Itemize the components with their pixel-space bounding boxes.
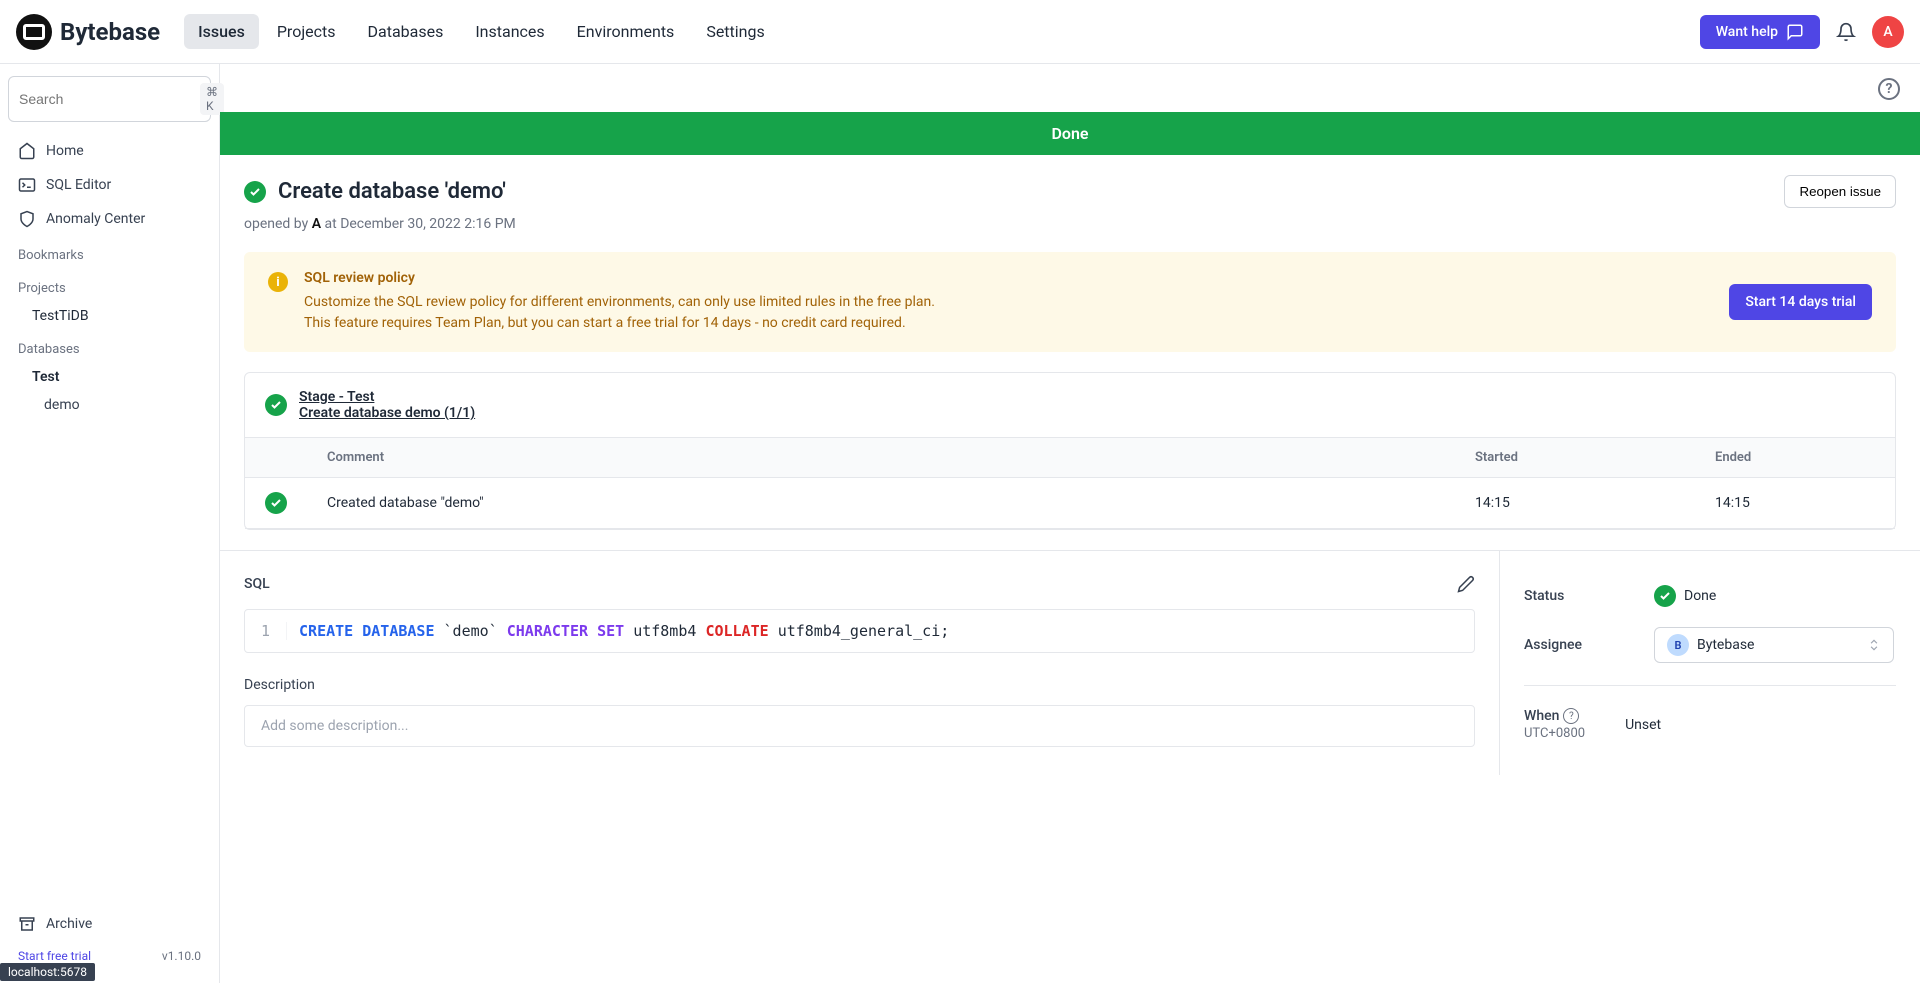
promo-banner: i SQL review policy Customize the SQL re… <box>244 252 1896 352</box>
col-ended: Ended <box>1695 438 1895 478</box>
promo-desc-1: Customize the SQL review policy for diff… <box>304 292 1713 313</box>
sidebar-projects-header: Projects <box>8 269 211 302</box>
start-trial-button[interactable]: Start 14 days trial <box>1729 284 1872 320</box>
user-avatar[interactable]: A <box>1872 16 1904 48</box>
status-check-icon <box>1654 585 1676 607</box>
stage-box: Stage - Test Create database demo (1/1) … <box>244 372 1896 530</box>
nav-issues[interactable]: Issues <box>184 14 259 49</box>
line-number: 1 <box>245 622 287 640</box>
home-icon <box>18 142 36 160</box>
when-timezone: UTC+0800 <box>1524 726 1585 741</box>
nav-projects[interactable]: Projects <box>263 14 350 49</box>
archive-icon <box>18 915 36 933</box>
issue-meta: opened by A at December 30, 2022 2:16 PM <box>244 216 1896 232</box>
cell-ended: 14:15 <box>1695 478 1895 529</box>
sql-code[interactable]: 1 CREATE DATABASE `demo` CHARACTER SET u… <box>244 609 1475 653</box>
row-check-icon <box>265 492 287 514</box>
version-label: v1.10.0 <box>162 949 201 963</box>
stage-title[interactable]: Stage - Test <box>299 389 475 405</box>
sidebar-sql-editor-label: SQL Editor <box>46 177 111 193</box>
sidebar: ⌘ K Home SQL Editor Anomaly Center Bookm… <box>0 64 220 983</box>
question-icon[interactable]: ? <box>1563 708 1579 724</box>
table-row[interactable]: Created database "demo" 14:15 14:15 <box>245 478 1895 529</box>
search-box[interactable]: ⌘ K <box>8 76 211 122</box>
assignee-value: Bytebase <box>1697 637 1754 653</box>
stage-subtitle[interactable]: Create database demo (1/1) <box>299 405 475 421</box>
main-nav: Issues Projects Databases Instances Envi… <box>184 14 779 49</box>
assignee-avatar: B <box>1667 634 1689 656</box>
issue-title: Create database 'demo' <box>278 179 506 204</box>
issue-author: A <box>312 216 321 232</box>
when-value: Unset <box>1625 717 1661 733</box>
promo-desc-2: This feature requires Team Plan, but you… <box>304 313 1713 334</box>
sidebar-anomaly-center[interactable]: Anomaly Center <box>8 202 211 236</box>
nav-settings[interactable]: Settings <box>692 14 778 49</box>
nav-databases[interactable]: Databases <box>354 14 458 49</box>
assignee-select[interactable]: B Bytebase <box>1654 627 1894 663</box>
status-value: Done <box>1684 588 1716 604</box>
search-input[interactable] <box>19 91 200 107</box>
brand-logo[interactable]: Bytebase <box>16 14 160 50</box>
sql-label: SQL <box>244 576 270 592</box>
sidebar-archive[interactable]: Archive <box>8 907 211 941</box>
chat-icon <box>1786 23 1804 41</box>
assignee-label: Assignee <box>1524 637 1654 653</box>
want-help-label: Want help <box>1716 24 1778 40</box>
terminal-icon <box>18 176 36 194</box>
want-help-button[interactable]: Want help <box>1700 15 1820 49</box>
nav-environments[interactable]: Environments <box>563 14 689 49</box>
notifications-icon[interactable] <box>1836 22 1856 42</box>
sidebar-db-test[interactable]: Test <box>8 363 211 391</box>
sidebar-bookmarks-header: Bookmarks <box>8 236 211 269</box>
sidebar-archive-label: Archive <box>46 916 92 932</box>
sql-statement: CREATE DATABASE `demo` CHARACTER SET utf… <box>287 622 961 640</box>
localhost-indicator: localhost:5678 <box>0 963 95 981</box>
cell-started: 14:15 <box>1455 478 1695 529</box>
col-status <box>245 438 307 478</box>
check-circle-icon <box>244 181 266 203</box>
edit-icon[interactable] <box>1457 575 1475 593</box>
sidebar-project-testtidb[interactable]: TestTiDB <box>8 302 211 330</box>
metadata-panel: Status Done Assignee B Bytebase <box>1500 551 1920 775</box>
sidebar-db-demo[interactable]: demo <box>8 391 211 419</box>
sidebar-databases-header: Databases <box>8 330 211 363</box>
stage-check-icon <box>265 394 287 416</box>
promo-title: SQL review policy <box>304 270 1713 286</box>
main-content: ? Done Create database 'demo' Reopen iss… <box>220 64 1920 983</box>
status-label: Status <box>1524 588 1654 604</box>
description-label: Description <box>244 677 1475 693</box>
col-comment: Comment <box>307 438 1455 478</box>
start-trial-link[interactable]: Start free trial <box>18 949 91 963</box>
brand-name: Bytebase <box>60 18 160 46</box>
sidebar-home-label: Home <box>46 143 84 159</box>
cell-comment: Created database "demo" <box>307 478 1455 529</box>
brand-logo-icon <box>16 14 52 50</box>
sidebar-anomaly-label: Anomaly Center <box>46 211 145 227</box>
info-icon: i <box>268 272 288 292</box>
status-banner: Done <box>220 112 1920 155</box>
help-icon[interactable]: ? <box>1878 78 1900 100</box>
sidebar-home[interactable]: Home <box>8 134 211 168</box>
col-started: Started <box>1455 438 1695 478</box>
task-table: Comment Started Ended Created database "… <box>245 437 1895 529</box>
chevron-sort-icon <box>1867 638 1881 652</box>
shield-icon <box>18 210 36 228</box>
description-input[interactable]: Add some description... <box>244 705 1475 747</box>
sidebar-sql-editor[interactable]: SQL Editor <box>8 168 211 202</box>
nav-instances[interactable]: Instances <box>461 14 558 49</box>
when-label: When <box>1524 708 1559 724</box>
reopen-issue-button[interactable]: Reopen issue <box>1784 175 1896 208</box>
